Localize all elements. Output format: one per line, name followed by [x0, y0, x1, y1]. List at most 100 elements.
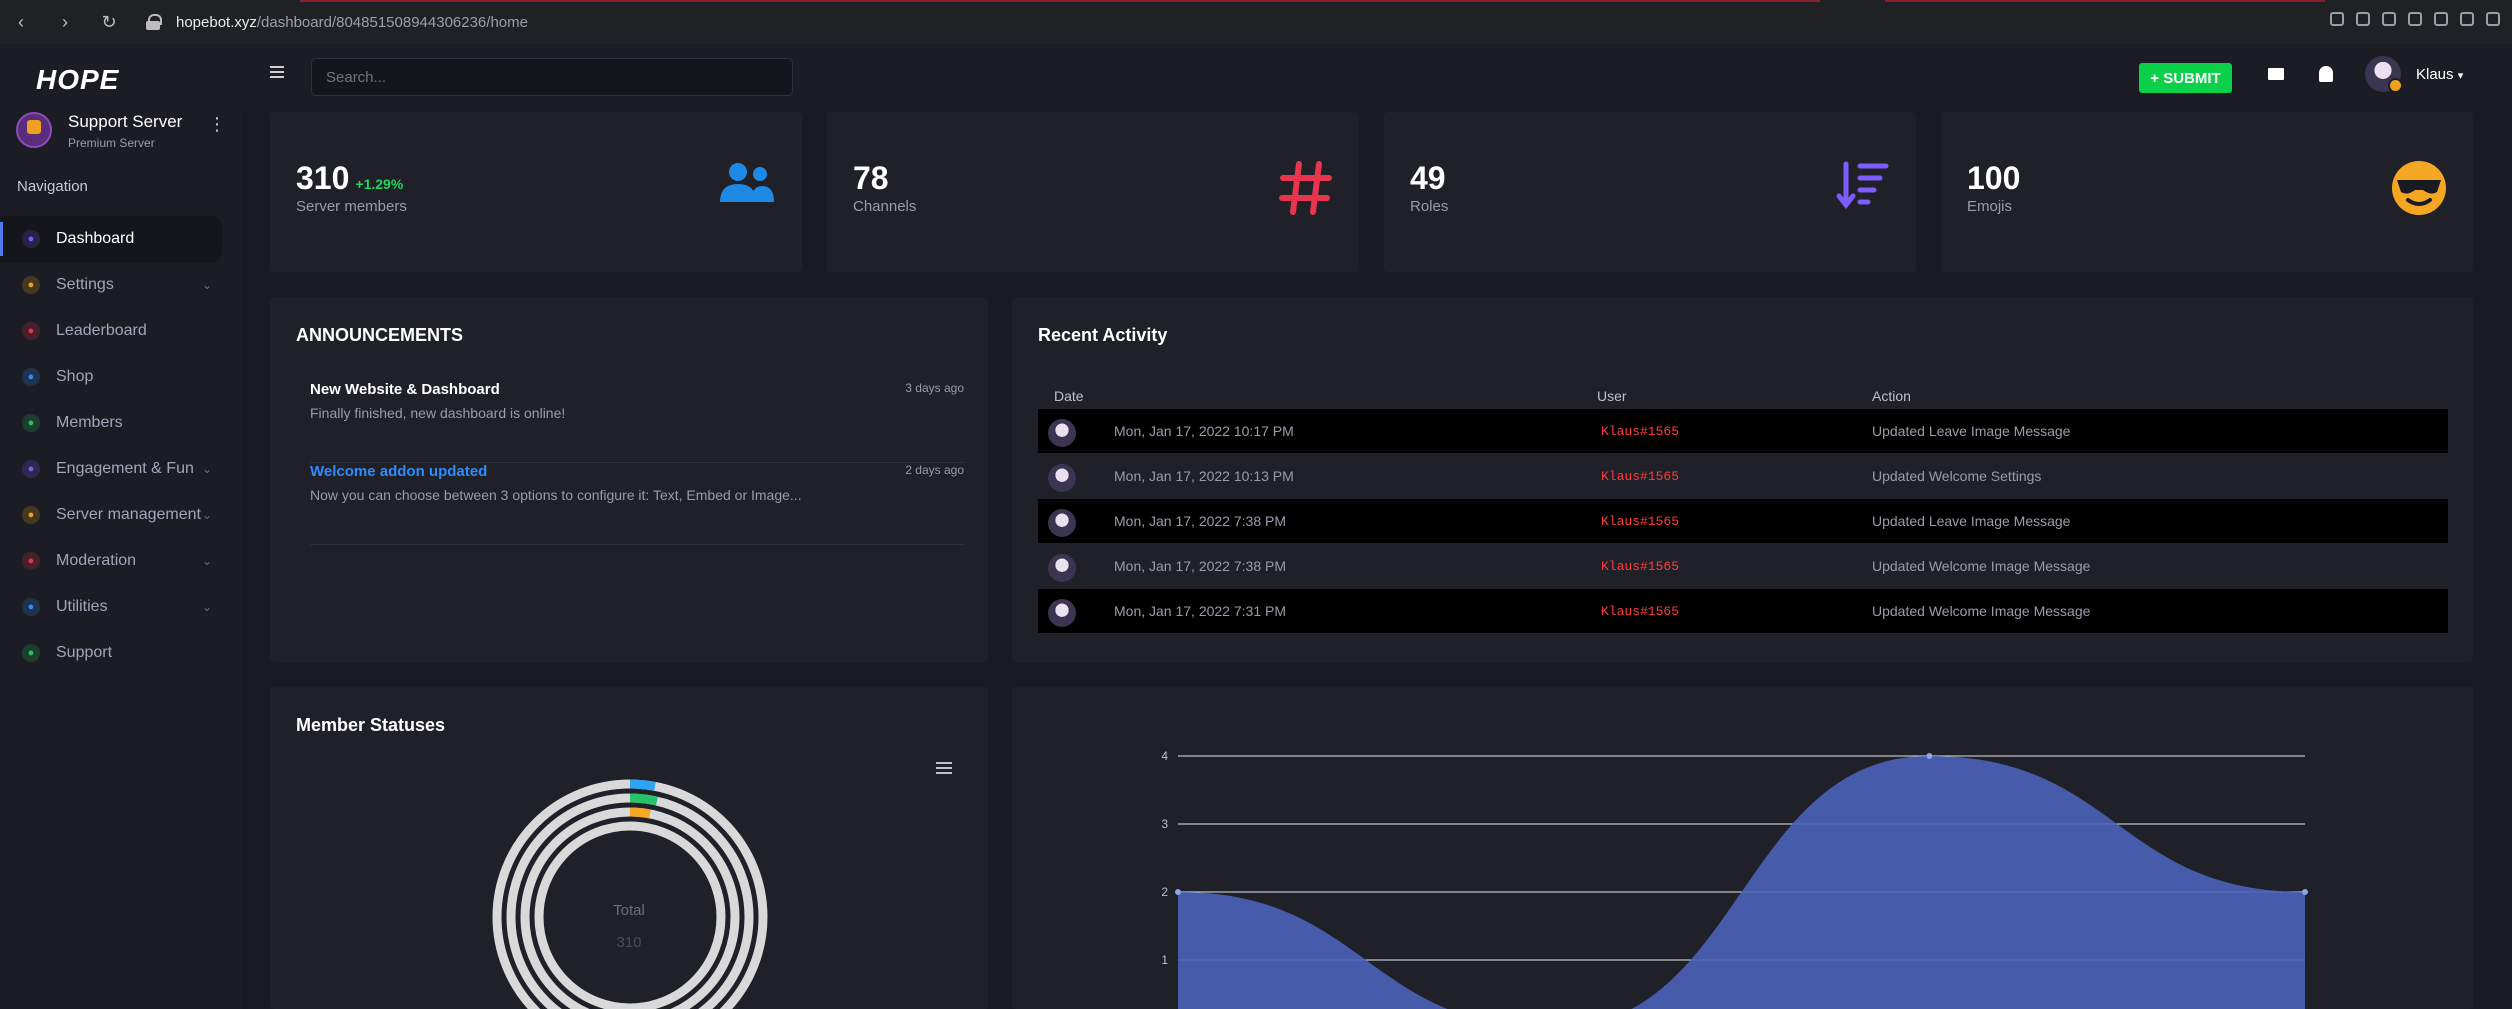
username: Klaus: [2416, 66, 2454, 83]
y-tick-label: 3: [1161, 817, 1168, 831]
announcement-time: 2 days ago: [905, 463, 964, 477]
block-icon[interactable]: [2382, 12, 2396, 26]
browser-nav: ‹ › ↻: [10, 12, 120, 33]
forward-icon[interactable]: ›: [54, 12, 76, 33]
table-row[interactable]: Mon, Jan 17, 2022 7:38 PM Klaus#1565 Updat…: [1038, 544, 2448, 588]
sidebar-item-label: Leaderboard: [56, 322, 147, 339]
avatar: [1048, 599, 1076, 627]
mail-icon[interactable]: [2268, 68, 2284, 80]
row-user[interactable]: Klaus#1565: [1601, 424, 1679, 439]
sidebar-item-members[interactable]: ● Members: [0, 400, 242, 446]
table-row[interactable]: Mon, Jan 17, 2022 10:13 PM Klaus#1565 Upda…: [1038, 454, 2448, 498]
chevron-down-icon: ⌄: [201, 508, 212, 522]
address-bar[interactable]: hopebot.xyz/dashboard/804851508944306236…: [176, 14, 528, 31]
table-row[interactable]: Mon, Jan 17, 2022 10:17 PM Klaus#1565 Upda…: [1038, 409, 2448, 453]
row-user[interactable]: Klaus#1565: [1601, 604, 1679, 619]
bell-icon[interactable]: [2319, 66, 2333, 82]
user-menu[interactable]: Klaus ▾: [2416, 66, 2463, 83]
row-date: Mon, Jan 17, 2022 7:38 PM: [1114, 513, 1286, 529]
column-header-action: Action: [1872, 388, 1911, 404]
avatar: [1048, 554, 1076, 582]
sidebar-item-moderation[interactable]: ● Moderation ⌄: [0, 538, 242, 584]
url-path: /dashboard/804851508944306236/home: [256, 13, 528, 31]
tab-indicator: [300, 0, 1820, 2]
avatar[interactable]: [2365, 56, 2403, 93]
sidebar-item-settings[interactable]: ● Settings ⌄: [0, 262, 242, 308]
server-switcher[interactable]: Support Server Premium Server ⋮: [16, 106, 226, 152]
hashtag-icon: [1279, 161, 1332, 215]
submit-button[interactable]: + SUBMIT: [2139, 63, 2232, 93]
announcement-item[interactable]: New Website & Dashboard Finally finished…: [310, 381, 964, 463]
column-header-date: Date: [1054, 388, 1084, 404]
data-point[interactable]: [1926, 753, 1933, 759]
tab-indicator: [1885, 0, 2325, 2]
avatar: [1048, 464, 1076, 492]
y-tick-label: 4: [1161, 749, 1168, 763]
sidebar-item-shop[interactable]: ● Shop: [0, 354, 242, 400]
sidebar-item-server-management[interactable]: ● Server management ⌄: [0, 492, 242, 538]
server-name: Support Server: [68, 112, 183, 131]
question-icon: ●: [22, 644, 40, 662]
menu-icon[interactable]: [2486, 12, 2500, 26]
back-icon[interactable]: ‹: [10, 12, 32, 33]
sidebar-item-label: Utilities: [56, 598, 108, 615]
stat-value: 78: [853, 160, 889, 196]
download-icon[interactable]: [2460, 12, 2474, 26]
announcement-title[interactable]: Welcome addon updated: [310, 463, 487, 480]
announcement-item[interactable]: Welcome addon updated Now you can choose…: [310, 463, 964, 545]
camera-icon[interactable]: [2356, 12, 2370, 26]
row-date: Mon, Jan 17, 2022 10:13 PM: [1114, 468, 1294, 484]
row-user[interactable]: Klaus#1565: [1601, 514, 1679, 529]
announcement-title: New Website & Dashboard: [310, 381, 500, 398]
stat-label: Roles: [1410, 198, 1449, 215]
sidebar-item-dashboard[interactable]: ● Dashboard: [0, 216, 222, 262]
row-user[interactable]: Klaus#1565: [1601, 469, 1679, 484]
app-logo[interactable]: HOPE: [36, 64, 119, 96]
row-user[interactable]: Klaus#1565: [1601, 559, 1679, 574]
sidebar-item-utilities[interactable]: ● Utilities ⌄: [0, 584, 242, 630]
activity-chart-card: 1 2 3 4: [1012, 687, 2473, 1009]
sidebar-item-engagement-fun[interactable]: ● Engagement & Fun ⌄: [0, 446, 242, 492]
server-type: Premium Server: [68, 136, 155, 150]
server-avatar: [16, 112, 52, 148]
users-icon: [720, 163, 774, 202]
card-title: Member Statuses: [296, 715, 446, 735]
announcements-card: ANNOUNCEMENTS New Website & Dashboard Fi…: [270, 297, 988, 662]
url-host: hopebot.xyz: [176, 13, 257, 31]
sidebar-item-label: Support: [56, 644, 113, 661]
chevron-down-icon: ⌄: [201, 462, 212, 476]
data-point[interactable]: [2302, 889, 2308, 895]
gear-icon: ●: [22, 276, 40, 294]
sidebar-item-support[interactable]: ● Support: [0, 630, 242, 676]
hamburger-icon[interactable]: [270, 66, 284, 81]
chart-menu-icon[interactable]: [936, 762, 952, 774]
card-title: ANNOUNCEMENTS: [296, 325, 464, 345]
sidebar-item-label: Settings: [56, 276, 114, 293]
announcement-desc: Now you can choose between 3 options to …: [310, 487, 802, 503]
reload-icon[interactable]: ↻: [98, 12, 120, 33]
column-header-user: User: [1597, 388, 1627, 404]
total-value: 310: [616, 934, 642, 951]
total-label: Total: [613, 902, 645, 919]
recent-activity-card: Recent Activity Date User Action Mon, Ja…: [1012, 297, 2473, 662]
table-row[interactable]: Mon, Jan 17, 2022 7:38 PM Klaus#1565 Updat…: [1038, 499, 2448, 543]
topbar: + SUBMIT Klaus ▾: [242, 44, 2512, 112]
sidebar-item-label: Moderation: [56, 552, 137, 569]
heart-icon[interactable]: [2434, 12, 2448, 26]
announcement-time: 3 days ago: [905, 381, 964, 395]
sidebar: HOPE Support Server Premium Server ⋮ Nav…: [0, 44, 242, 1009]
data-point[interactable]: [1175, 889, 1181, 895]
chat-icon: ●: [22, 460, 40, 478]
kebab-menu-icon[interactable]: ⋮: [208, 114, 226, 135]
lock-icon[interactable]: [146, 14, 162, 30]
chevron-down-icon: ⌄: [201, 278, 212, 292]
stat-label: Emojis: [1967, 198, 2013, 215]
share-icon[interactable]: [2330, 12, 2344, 26]
send-icon[interactable]: [2408, 12, 2422, 26]
table-row[interactable]: Mon, Jan 17, 2022 7:31 PM Klaus#1565 Updat…: [1038, 589, 2448, 633]
stat-label: Server members: [296, 198, 407, 215]
area-chart: 1 2 3 4: [1161, 749, 2308, 1009]
sidebar-item-leaderboard[interactable]: ● Leaderboard: [0, 308, 242, 354]
search-input[interactable]: [311, 58, 793, 96]
nav-heading: Navigation: [17, 178, 88, 195]
